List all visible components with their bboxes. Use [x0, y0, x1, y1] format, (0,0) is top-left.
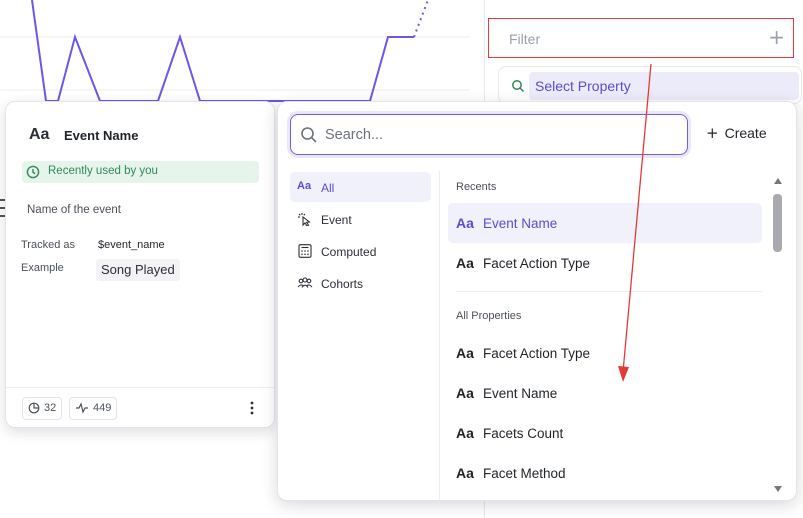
list-item[interactable]: Aa Facet Action Type [448, 333, 762, 373]
events-count-chip[interactable]: 449 [69, 397, 118, 420]
people-icon [297, 277, 313, 288]
nav-item-computed[interactable]: Computed [290, 236, 431, 266]
list-item-label: Facet Action Type [483, 346, 591, 361]
plus-icon: + [706, 124, 719, 142]
plus-icon[interactable]: + [768, 25, 785, 49]
nav-item-label: Cohorts [321, 277, 364, 291]
nav-item-label: All [321, 181, 335, 195]
filter-bar[interactable]: Filter + [488, 18, 794, 58]
property-description: Name of the event [27, 204, 121, 216]
recently-used-text: Recently used by you [48, 165, 158, 177]
activity-icon [76, 402, 88, 414]
all-properties-heading: All Properties [456, 310, 522, 322]
pie-chart-icon [28, 402, 40, 414]
list-item-label: Facet Method [483, 466, 566, 481]
filter-label: Filter [509, 31, 541, 47]
nav-item-event[interactable]: Event [290, 204, 431, 234]
scrollbar-thumb[interactable] [773, 194, 782, 252]
scroll-down-arrow-icon[interactable] [774, 486, 782, 492]
list-item[interactable]: Aa Facet Action Type [448, 243, 762, 283]
list-item-label: Facet Action Type [483, 256, 591, 271]
select-property-label: Select Property [535, 78, 631, 94]
search-placeholder: Search... [325, 127, 384, 143]
tracked-as-label: Tracked as [21, 239, 76, 251]
calculator-icon [298, 244, 312, 258]
recently-used-badge: Recently used by you [22, 161, 259, 183]
text-type-icon: Aa [456, 425, 474, 441]
scroll-up-arrow-icon[interactable] [774, 178, 782, 184]
text-type-icon: Aa [456, 465, 474, 481]
property-list: Recents Aa Event Name Aa Facet Action Ty… [448, 170, 764, 500]
example-value: Song Played [96, 259, 180, 281]
text-type-icon: Aa [297, 180, 312, 192]
list-item[interactable]: Aa Facets Count [448, 413, 762, 453]
nav-divider [439, 171, 440, 501]
list-item[interactable]: Aa Event Name [448, 203, 762, 243]
chart-series-line [31, 0, 414, 102]
list-item-label: Event Name [483, 216, 558, 231]
list-scrollbar[interactable] [772, 178, 784, 496]
create-button[interactable]: + Create [706, 124, 767, 142]
nav-item-all[interactable]: Aa All [290, 172, 431, 202]
chart-series-line-projected [413, 0, 429, 38]
card-footer-divider [6, 387, 274, 388]
reports-count: 32 [44, 402, 57, 414]
text-type-icon: Aa [456, 255, 474, 271]
property-detail-card: Aa Event Name Recently used by you Name … [5, 101, 275, 428]
property-title: Event Name [64, 128, 139, 143]
example-label: Example [21, 262, 64, 274]
text-type-icon: Aa [29, 126, 50, 143]
create-label: Create [724, 125, 767, 141]
text-type-icon: Aa [456, 215, 474, 231]
search-icon [512, 80, 525, 93]
list-item-label: Event Name [483, 386, 558, 401]
nav-item-cohorts[interactable]: Cohorts [290, 268, 431, 298]
property-picker-panel: Search... + Create Aa All Event Computed… [277, 101, 797, 501]
text-type-icon: Aa [456, 345, 474, 361]
search-input[interactable]: Search... [290, 114, 688, 155]
select-property-button[interactable]: Select Property [498, 66, 802, 104]
nav-item-label: Event [321, 213, 352, 227]
reports-count-chip[interactable]: 32 [22, 397, 63, 420]
text-type-icon: Aa [456, 385, 474, 401]
recents-heading: Recents [456, 181, 497, 193]
section-divider [456, 291, 762, 292]
tracked-as-value: $event_name [98, 239, 165, 251]
list-item[interactable]: Aa Facet Method [448, 453, 762, 493]
search-icon [301, 127, 317, 143]
more-vertical-icon[interactable] [249, 400, 255, 416]
nav-item-label: Computed [321, 245, 377, 259]
list-item[interactable]: Aa Event Name [448, 373, 762, 413]
cursor-click-icon [298, 213, 311, 226]
list-item-label: Facets Count [483, 426, 564, 441]
clock-icon [26, 165, 40, 179]
events-count: 449 [93, 402, 112, 414]
